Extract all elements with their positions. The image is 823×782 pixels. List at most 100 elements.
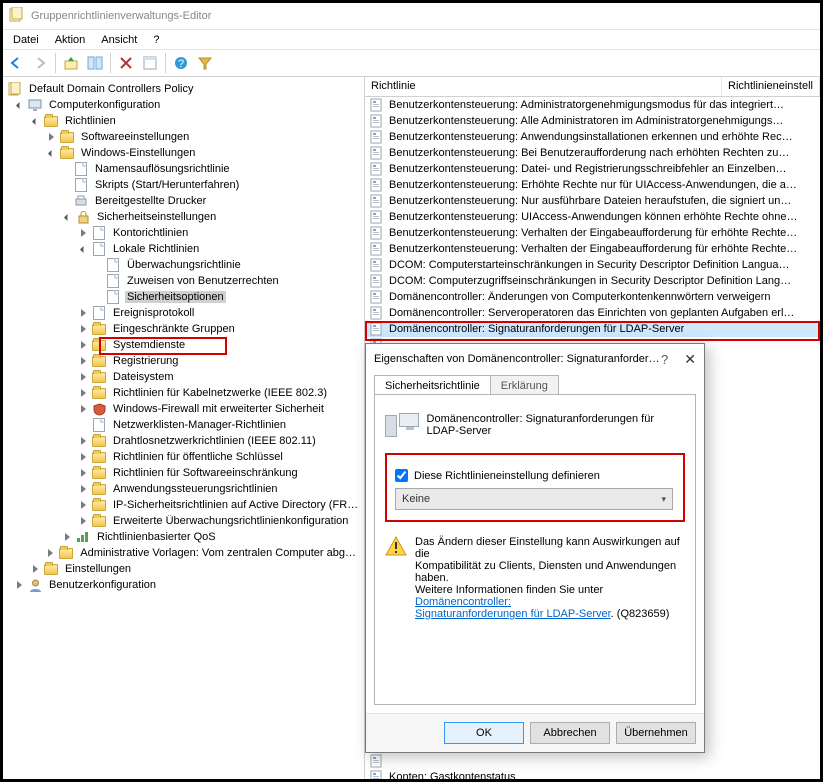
back-button[interactable] — [5, 52, 27, 74]
tree-scripts[interactable]: Skripts (Start/Herunterfahren) — [93, 179, 241, 191]
tree-preferences[interactable]: Einstellungen — [63, 563, 133, 575]
expand-icon[interactable] — [13, 579, 25, 591]
cancel-button[interactable]: Abbrechen — [530, 722, 610, 744]
tree-appctrl[interactable]: Anwendungssteuerungsrichtlinien — [111, 483, 280, 495]
tree-user-rights[interactable]: Zuweisen von Benutzerrechten — [125, 275, 281, 287]
tree-software[interactable]: Softwareeinstellungen — [79, 131, 191, 143]
help-icon[interactable]: ? — [661, 352, 668, 367]
table-row[interactable]: Domänencontroller: Serveroperatoren das … — [365, 305, 820, 321]
expand-icon[interactable] — [77, 403, 89, 415]
tree-security-options[interactable]: Sicherheitsoptionen — [125, 291, 226, 303]
table-row[interactable]: Benutzerkontensteuerung: UIAccess-Anwend… — [365, 209, 820, 225]
expand-icon[interactable] — [77, 467, 89, 479]
table-row[interactable]: Konten: Gastkontenstatus — [365, 769, 820, 779]
table-row[interactable]: Benutzerkontensteuerung: Datei- und Regi… — [365, 161, 820, 177]
tree-local[interactable]: Lokale Richtlinien — [111, 243, 201, 255]
table-row[interactable]: Benutzerkontensteuerung: Bei Benutzerauf… — [365, 145, 820, 161]
tree-policies[interactable]: Richtlinien — [63, 115, 118, 127]
table-row[interactable]: Benutzerkontensteuerung: Alle Administra… — [365, 113, 820, 129]
tree-pubkey[interactable]: Richtlinien für öffentliche Schlüssel — [111, 451, 285, 463]
expand-icon[interactable] — [77, 323, 89, 335]
tree-nameres[interactable]: Namensauflösungsrichtlinie — [93, 163, 232, 175]
tree-ipsec[interactable]: IP-Sicherheitsrichtlinien auf Active Dir… — [111, 499, 361, 511]
table-row[interactable]: Benutzerkontensteuerung: Erhöhte Rechte … — [365, 177, 820, 193]
menu-view[interactable]: Ansicht — [93, 32, 145, 48]
nav-tree[interactable]: Default Domain Controllers Policy Comput… — [3, 81, 364, 593]
expand-icon[interactable] — [77, 483, 89, 495]
tree-srp[interactable]: Richtlinien für Softwareeinschränkung — [111, 467, 300, 479]
tree-computer-config[interactable]: Computerkonfiguration — [47, 99, 162, 111]
table-row[interactable]: Domänencontroller: Signaturanforderungen… — [365, 321, 820, 337]
tree-eventlog[interactable]: Ereignisprotokoll — [111, 307, 196, 319]
tree-admtemplates[interactable]: Administrative Vorlagen: Vom zentralen C… — [78, 547, 364, 559]
properties-button[interactable] — [139, 52, 161, 74]
expand-icon[interactable] — [77, 499, 89, 511]
policy-setting-cell: Nicht definiert — [816, 403, 820, 415]
apply-button[interactable]: Übernehmen — [616, 722, 696, 744]
tree-root[interactable]: Default Domain Controllers Policy — [27, 83, 195, 95]
tree-wired[interactable]: Richtlinien für Kabelnetzwerke (IEEE 802… — [111, 387, 329, 399]
expand-icon[interactable] — [77, 227, 89, 239]
tree-windows[interactable]: Windows-Einstellungen — [79, 147, 197, 159]
tree-registry[interactable]: Registrierung — [111, 355, 180, 367]
table-row[interactable]: DCOM: Computerzugriffseinschränkungen in… — [365, 273, 820, 289]
table-row[interactable]: Benutzerkontensteuerung: Verhalten der E… — [365, 225, 820, 241]
tree-filesystem[interactable]: Dateisystem — [111, 371, 176, 383]
tree-user-config[interactable]: Benutzerkonfiguration — [47, 579, 158, 591]
expand-icon[interactable] — [77, 371, 89, 383]
tree-nlm[interactable]: Netzwerklisten-Manager-Richtlinien — [111, 419, 288, 431]
col-setting[interactable]: Richtlinieneinstell — [722, 77, 820, 96]
tree-printers[interactable]: Bereitgestellte Drucker — [93, 195, 208, 207]
expand-icon[interactable] — [77, 355, 89, 367]
tab-security-policy[interactable]: Sicherheitsrichtlinie — [374, 375, 491, 395]
warning-link[interactable]: Signaturanforderungen für LDAP-Server — [415, 608, 611, 620]
expand-icon[interactable] — [45, 147, 57, 159]
table-row[interactable]: DCOM: Computerstarteinschränkungen in Se… — [365, 257, 820, 273]
expand-icon[interactable] — [61, 531, 73, 543]
expand-icon[interactable] — [61, 211, 73, 223]
expand-icon[interactable] — [77, 451, 89, 463]
expand-icon[interactable] — [45, 547, 57, 559]
expand-icon[interactable] — [77, 515, 89, 527]
show-hide-button[interactable] — [84, 52, 106, 74]
tree-account[interactable]: Kontorichtlinien — [111, 227, 190, 239]
expand-icon[interactable] — [77, 243, 89, 255]
tree-advaudit[interactable]: Erweiterte Überwachungsrichtlinienkonfig… — [111, 515, 350, 527]
warning-link[interactable]: Domänencontroller: — [415, 596, 511, 608]
menu-file[interactable]: Datei — [5, 32, 47, 48]
ok-button[interactable]: OK — [444, 722, 524, 744]
tree-wireless[interactable]: Drahtlosnetzwerkrichtlinien (IEEE 802.11… — [111, 435, 318, 447]
tree-sysservices[interactable]: Systemdienste — [111, 339, 187, 351]
table-row[interactable]: Domänencontroller: Änderungen von Comput… — [365, 289, 820, 305]
tab-explanation[interactable]: Erklärung — [490, 375, 559, 395]
col-policy[interactable]: Richtlinie — [365, 77, 722, 96]
menu-help[interactable]: ? — [145, 32, 167, 48]
expand-icon[interactable] — [77, 387, 89, 399]
menu-action[interactable]: Aktion — [47, 32, 94, 48]
tree-restricted[interactable]: Eingeschränkte Gruppen — [111, 323, 237, 335]
forward-button[interactable] — [29, 52, 51, 74]
expand-icon[interactable] — [29, 115, 41, 127]
table-row[interactable]: Benutzerkontensteuerung: Administratorge… — [365, 97, 820, 113]
expand-icon[interactable] — [77, 435, 89, 447]
expand-icon[interactable] — [45, 131, 57, 143]
table-row[interactable]: Benutzerkontensteuerung: Verhalten der E… — [365, 241, 820, 257]
expand-icon[interactable] — [13, 99, 25, 111]
expand-icon[interactable] — [29, 563, 41, 575]
value-combobox[interactable]: Keine ▾ — [395, 488, 673, 510]
delete-button[interactable] — [115, 52, 137, 74]
close-icon[interactable]: ✕ — [684, 351, 696, 368]
filter-button[interactable] — [194, 52, 216, 74]
tree-qos[interactable]: Richtlinienbasierter QoS — [95, 531, 218, 543]
tree-audit[interactable]: Überwachungsrichtlinie — [125, 259, 243, 271]
tree-security[interactable]: Sicherheitseinstellungen — [95, 211, 218, 223]
define-checkbox[interactable] — [395, 469, 408, 482]
expand-icon[interactable] — [77, 307, 89, 319]
expand-icon[interactable] — [77, 339, 89, 351]
up-button[interactable] — [60, 52, 82, 74]
table-row[interactable]: Nicht definiert — [365, 753, 820, 769]
tree-firewall[interactable]: Windows-Firewall mit erweiterter Sicherh… — [111, 403, 326, 415]
table-row[interactable]: Benutzerkontensteuerung: Nur ausführbare… — [365, 193, 820, 209]
help-button[interactable]: ? — [170, 52, 192, 74]
table-row[interactable]: Benutzerkontensteuerung: Anwendungsinsta… — [365, 129, 820, 145]
